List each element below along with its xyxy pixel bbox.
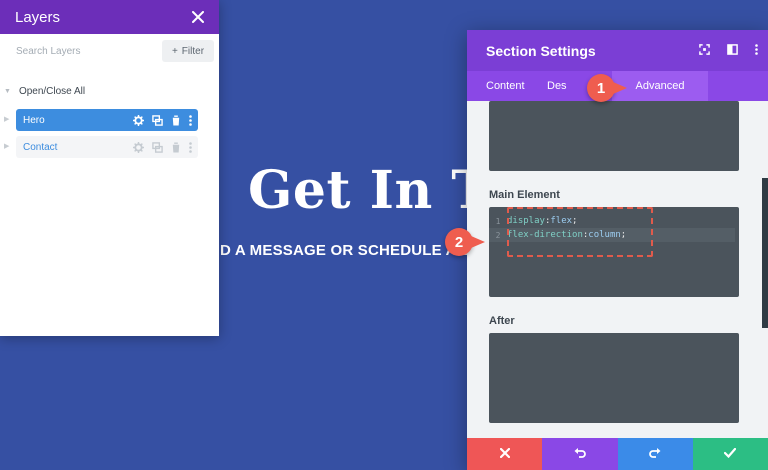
save-check-icon: [724, 445, 737, 463]
close-icon[interactable]: [192, 7, 204, 28]
layer-item-contact[interactable]: Contact: [16, 136, 198, 158]
duplicate-icon[interactable]: [152, 114, 163, 126]
trash-icon[interactable]: [171, 114, 181, 126]
gear-icon[interactable]: [133, 141, 144, 153]
more-options-icon[interactable]: [189, 141, 192, 153]
search-layers-input[interactable]: [12, 45, 162, 57]
cancel-button[interactable]: [467, 438, 543, 470]
after-label: After: [489, 315, 515, 327]
page-scrollbar[interactable]: [762, 178, 768, 328]
modal-title: Section Settings: [486, 42, 596, 59]
fullscreen-icon[interactable]: [699, 42, 710, 60]
callout-step-2: 2: [445, 228, 485, 256]
tab-design[interactable]: Des: [467, 71, 586, 101]
expand-triangle-icon[interactable]: ▶: [4, 142, 9, 150]
more-options-icon[interactable]: [189, 114, 192, 126]
layer-item-hero[interactable]: Hero: [16, 109, 198, 131]
gear-icon[interactable]: [133, 114, 144, 126]
save-button[interactable]: [692, 438, 768, 470]
line-number: 1: [495, 216, 501, 226]
expand-triangle-icon[interactable]: ▶: [4, 115, 9, 123]
open-close-all-label: Open/Close All: [18, 86, 86, 97]
duplicate-icon[interactable]: [152, 141, 163, 153]
layer-label: Contact: [23, 141, 58, 153]
layers-header: Layers: [0, 0, 219, 34]
split-view-icon[interactable]: [727, 42, 738, 60]
main-element-label: Main Element: [489, 189, 560, 201]
more-options-icon[interactable]: [755, 42, 758, 60]
callout-number: 2: [454, 233, 464, 251]
collapse-triangle-icon: ▼: [4, 88, 11, 95]
open-close-all[interactable]: ▼ Open/Close All: [0, 86, 85, 97]
filter-label: Filter: [181, 45, 205, 57]
trash-icon[interactable]: [171, 141, 181, 153]
redo-icon: [649, 445, 661, 463]
layers-title: Layers: [15, 8, 61, 26]
undo-icon: [574, 445, 586, 463]
layers-search-row: + Filter: [0, 36, 219, 66]
layer-label: Hero: [23, 114, 45, 126]
callout-step-1: 1: [587, 74, 627, 102]
callout-arrow-icon: [471, 236, 485, 248]
modal-header: Section Settings: [467, 30, 768, 71]
callout-number: 1: [596, 79, 606, 97]
modal-body: Main Element 1 display: flex; 2 flex-dire…: [467, 101, 768, 438]
modal-footer: [467, 438, 768, 470]
layers-panel: Layers + Filter ▼ Open/Close All ▶ Hero …: [0, 0, 219, 336]
undo-button[interactable]: [542, 438, 618, 470]
callout-arrow-icon: [613, 82, 627, 94]
redo-button[interactable]: [617, 438, 693, 470]
filter-button[interactable]: + Filter: [162, 40, 214, 62]
line-number: 2: [495, 230, 501, 240]
plus-icon: +: [171, 45, 178, 57]
before-code-editor[interactable]: [489, 101, 739, 171]
code-highlight-box: [507, 207, 653, 257]
after-code-editor[interactable]: [489, 333, 739, 423]
cancel-icon: [499, 445, 510, 463]
hero-subtitle: D A MESSAGE OR SCHEDULE A BO: [220, 242, 484, 259]
